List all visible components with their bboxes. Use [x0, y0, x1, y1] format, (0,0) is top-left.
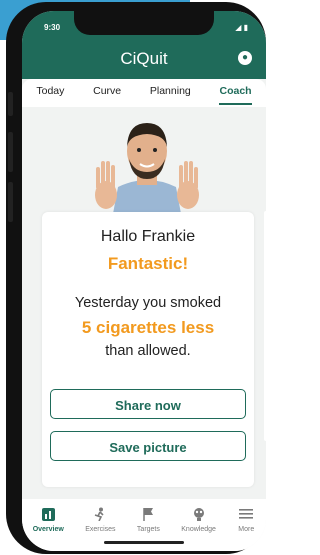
- coach-right-hand: [177, 161, 199, 209]
- nav-label: Overview: [32, 526, 64, 533]
- app-header: 9:30 ◢ ▮ CiQuit ●: [22, 11, 266, 79]
- nav-knowledge[interactable]: Knowledge: [181, 505, 216, 533]
- coach-avatar: [95, 123, 199, 219]
- status-icons: ◢ ▮: [235, 23, 248, 32]
- nav-targets[interactable]: Targets: [137, 505, 160, 533]
- nav-label: More: [238, 526, 255, 533]
- brain-icon: [190, 505, 208, 523]
- next-card-edge: [264, 211, 266, 441]
- exercise-icon: [91, 505, 109, 523]
- tab-today[interactable]: Today: [36, 85, 64, 101]
- phone-frame: 9:30 ◢ ▮ CiQuit ● Today Curve Planning C…: [6, 2, 266, 554]
- phone-side-button: [8, 92, 13, 116]
- share-now-button[interactable]: Share now: [50, 389, 246, 419]
- nav-label: Knowledge: [181, 526, 216, 533]
- nav-overview[interactable]: Overview: [33, 505, 64, 533]
- message-line: than allowed.: [105, 343, 191, 359]
- user-icon[interactable]: ●: [238, 51, 252, 65]
- nav-exercises[interactable]: Exercises: [85, 505, 116, 533]
- top-tabs: Today Curve Planning Coach: [22, 79, 266, 107]
- headline-text: Fantastic!: [107, 254, 189, 273]
- tab-coach[interactable]: Coach: [219, 85, 252, 105]
- phone-notch: [74, 11, 214, 35]
- tab-curve[interactable]: Curve: [93, 85, 121, 101]
- nav-label: Exercises: [85, 526, 116, 533]
- save-picture-button[interactable]: Save picture: [50, 431, 246, 461]
- tab-planning[interactable]: Planning: [150, 85, 191, 101]
- bar-chart-icon: [39, 505, 57, 523]
- highlight-text: 5 cigarettes less: [81, 318, 215, 337]
- phone-side-button: [8, 132, 13, 172]
- greeting-text: Hallo Frankie: [100, 228, 196, 245]
- nav-label: Targets: [136, 526, 160, 533]
- nav-more[interactable]: More: [237, 505, 255, 533]
- flag-icon: [139, 505, 157, 523]
- coach-message-card: Hallo Frankie Fantastic! Yesterday you s…: [42, 212, 254, 487]
- app-logo: CiQuit: [120, 49, 168, 68]
- menu-icon: [237, 505, 255, 523]
- phone-side-button: [8, 182, 13, 222]
- status-time: 9:30: [44, 23, 61, 32]
- coach-left-hand: [95, 161, 117, 209]
- home-indicator: [104, 541, 184, 544]
- message-line: Yesterday you smoked: [74, 295, 222, 311]
- app-screen: 9:30 ◢ ▮ CiQuit ● Today Curve Planning C…: [22, 11, 266, 551]
